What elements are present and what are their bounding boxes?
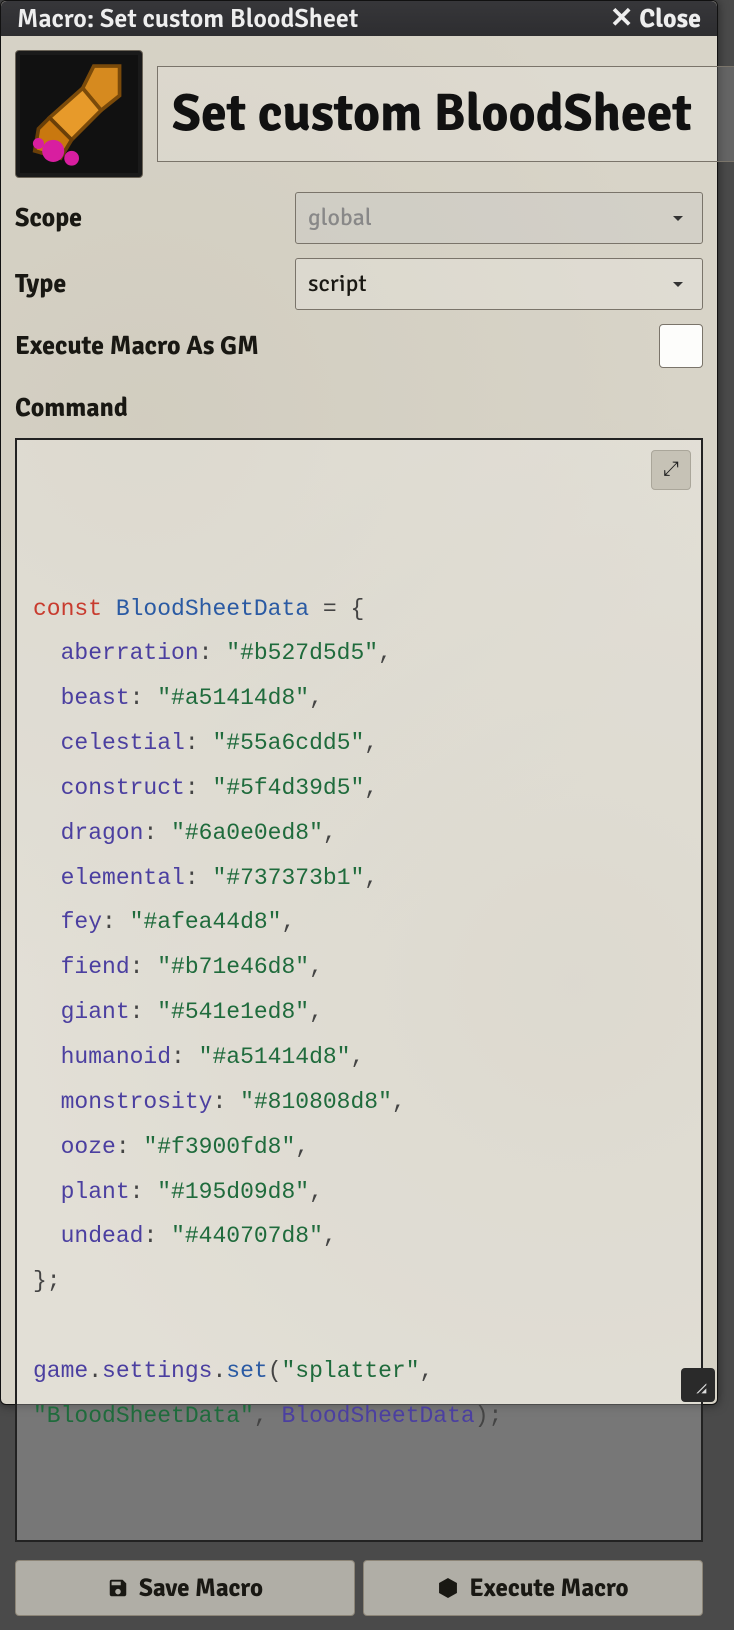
window-title: Macro: Set custom BloodSheet (17, 3, 358, 35)
code-content: const BloodSheetData = { aberration: "#b… (33, 587, 685, 1439)
command-label: Command (15, 392, 703, 424)
scope-row: Scope global (15, 192, 703, 244)
expand-icon: ⤢ (663, 451, 679, 490)
save-label: Save Macro (139, 1573, 263, 1604)
save-icon (107, 1577, 129, 1599)
type-select[interactable]: script (295, 258, 703, 310)
gm-checkbox[interactable] (659, 324, 703, 368)
header-row (15, 50, 703, 178)
footer-buttons: Save Macro Execute Macro (15, 1560, 703, 1616)
execute-button[interactable]: Execute Macro (363, 1560, 703, 1616)
macro-config-window: Macro: Set custom BloodSheet ✕ Close (0, 0, 718, 1405)
scope-value: global (308, 203, 372, 233)
scope-select: global (295, 192, 703, 244)
close-icon: ✕ (610, 1, 633, 36)
scope-label: Scope (15, 202, 283, 234)
macro-name-input[interactable] (157, 66, 734, 162)
type-label: Type (15, 268, 283, 300)
gm-label: Execute Macro As GM (15, 330, 283, 362)
expand-editor-button[interactable]: ⤢ (651, 450, 691, 490)
execute-label: Execute Macro (469, 1573, 628, 1604)
titlebar[interactable]: Macro: Set custom BloodSheet ✕ Close (1, 1, 717, 36)
command-editor[interactable]: ⤢ const BloodSheetData = { aberration: "… (15, 438, 703, 1542)
gm-row: Execute Macro As GM (15, 324, 703, 368)
window-content: Scope global Type script Execute Macro A… (1, 36, 717, 1630)
resize-handle[interactable] (681, 1368, 715, 1402)
close-label: Close (639, 3, 701, 35)
type-row: Type script (15, 258, 703, 310)
resize-icon (688, 1375, 708, 1395)
d20-icon (437, 1577, 459, 1599)
save-button[interactable]: Save Macro (15, 1560, 355, 1616)
close-button[interactable]: ✕ Close (610, 1, 701, 36)
macro-image[interactable] (15, 50, 143, 178)
brush-icon (20, 55, 138, 173)
